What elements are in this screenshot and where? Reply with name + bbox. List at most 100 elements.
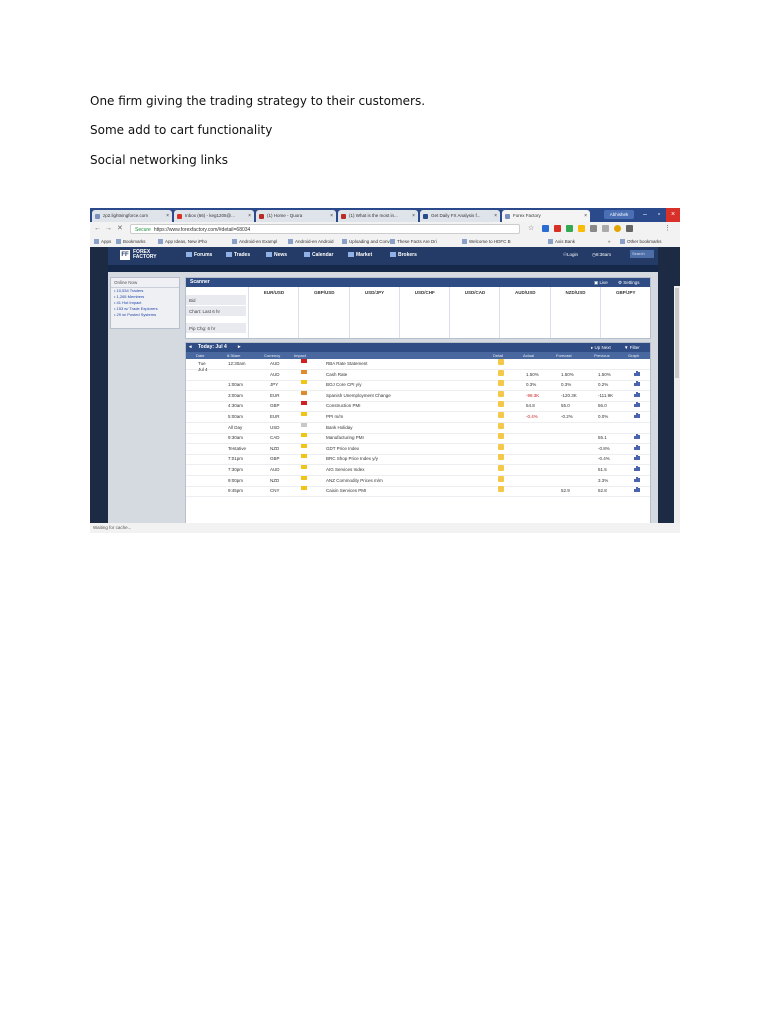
- column-header[interactable]: Previous: [594, 352, 610, 359]
- graph-icon[interactable]: [634, 486, 640, 493]
- tab-close-icon[interactable]: ×: [412, 210, 415, 222]
- vertical-scrollbar[interactable]: [674, 286, 680, 533]
- currency-pair[interactable]: GBP/USD: [298, 287, 349, 338]
- impact-icon[interactable]: [301, 454, 307, 459]
- minimize-button[interactable]: –: [638, 208, 652, 222]
- tab-close-icon[interactable]: ×: [248, 210, 251, 222]
- event-name[interactable]: ANZ Commodity Prices m/m: [326, 476, 383, 486]
- extension-icon[interactable]: [542, 225, 549, 232]
- extension-icon[interactable]: [554, 225, 561, 232]
- extension-icon[interactable]: [626, 225, 633, 232]
- event-name[interactable]: PPI m/m: [326, 412, 343, 422]
- detail-icon[interactable]: [498, 443, 504, 450]
- impact-icon[interactable]: [301, 465, 307, 469]
- tab-close-icon[interactable]: ×: [330, 210, 333, 222]
- browser-tab[interactable]: Forex Factory ×: [502, 210, 590, 222]
- graph-icon[interactable]: [634, 465, 640, 471]
- graph-icon[interactable]: [634, 391, 640, 397]
- bookmark-item[interactable]: Uploading and Conv: [342, 236, 390, 247]
- detail-icon[interactable]: [498, 486, 504, 493]
- impact-icon[interactable]: [301, 443, 307, 448]
- column-header[interactable]: Detail: [493, 352, 503, 359]
- tab-close-icon[interactable]: ×: [584, 210, 587, 222]
- event-name[interactable]: Spanish Unemployment Change: [326, 391, 391, 401]
- currency-pair[interactable]: USD/CAD: [449, 287, 500, 338]
- currency-pair[interactable]: GBP/JPY: [599, 287, 651, 338]
- column-header[interactable]: Forecast: [556, 352, 572, 359]
- graph-icon[interactable]: [634, 444, 640, 450]
- back-icon[interactable]: ←: [94, 224, 101, 234]
- event-name[interactable]: Construction PMI: [326, 401, 361, 411]
- impact-icon[interactable]: [301, 433, 307, 438]
- column-header[interactable]: Actual: [523, 352, 534, 359]
- bookmark-item[interactable]: »: [608, 236, 611, 247]
- detail-icon[interactable]: [498, 369, 504, 376]
- login-link[interactable]: ⚇Login: [563, 252, 578, 258]
- impact-icon[interactable]: [301, 380, 307, 385]
- forward-icon[interactable]: →: [105, 224, 112, 234]
- browser-tab[interactable]: zp2.lightningforce.com ×: [92, 210, 172, 222]
- tab-close-icon[interactable]: ×: [166, 210, 169, 222]
- event-name[interactable]: AIG Services Index: [326, 465, 365, 475]
- column-header[interactable]: Graph: [628, 352, 639, 359]
- nav-market[interactable]: Market: [348, 252, 372, 258]
- profile-chip[interactable]: Abhishek: [604, 210, 634, 219]
- detail-icon[interactable]: [498, 465, 504, 471]
- next-day-icon[interactable]: ▸: [238, 343, 241, 352]
- extension-icon[interactable]: [578, 225, 585, 232]
- bookmark-item[interactable]: These Facts Are Dri: [390, 236, 437, 247]
- impact-icon[interactable]: [301, 369, 307, 374]
- url-input[interactable]: Secure https://www.forexfactory.com/#deta…: [130, 224, 520, 234]
- event-name[interactable]: RBA Rate Statement: [326, 359, 368, 369]
- detail-icon[interactable]: [498, 401, 504, 408]
- prev-day-icon[interactable]: ◂: [189, 343, 192, 352]
- currency-pair[interactable]: EUR/USD: [248, 287, 299, 338]
- impact-icon[interactable]: [301, 359, 307, 363]
- scanner-settings[interactable]: ⚙ Settings: [618, 278, 640, 287]
- nav-news[interactable]: News: [266, 252, 287, 258]
- bookmark-item[interactable]: Android-en Exampl: [232, 236, 277, 247]
- bookmark-item[interactable]: Welcome to HDFC B: [462, 236, 511, 247]
- site-logo[interactable]: FF FOREX FACTORY: [120, 250, 162, 263]
- tab-close-icon[interactable]: ×: [494, 210, 497, 222]
- browser-tab[interactable]: Get Daily FX Analysis f... ×: [420, 210, 500, 222]
- bookmark-item[interactable]: Android-en Android: [288, 236, 334, 247]
- graph-icon[interactable]: [634, 476, 640, 482]
- scrollbar-thumb[interactable]: [675, 288, 679, 378]
- live-toggle[interactable]: ▣ Live: [594, 278, 608, 287]
- event-name[interactable]: BOJ Core CPI y/y: [326, 380, 362, 390]
- event-name[interactable]: Bank Holiday: [326, 423, 353, 433]
- graph-icon[interactable]: [634, 380, 640, 387]
- impact-icon[interactable]: [301, 475, 307, 480]
- detail-icon[interactable]: [498, 422, 504, 429]
- currency-pair[interactable]: USD/JPY: [348, 287, 400, 338]
- browser-tab[interactable]: (1) What is the most in... ×: [338, 210, 418, 222]
- currency-pair[interactable]: NZD/USD: [549, 287, 601, 338]
- event-name[interactable]: Cash Rate: [326, 370, 347, 380]
- detail-icon[interactable]: [498, 454, 504, 461]
- stop-icon[interactable]: ✕: [117, 224, 123, 234]
- close-window-button[interactable]: ×: [666, 208, 680, 222]
- impact-icon[interactable]: [301, 412, 307, 416]
- impact-icon[interactable]: [301, 422, 307, 427]
- bookmark-item[interactable]: App Ideas, New iPho: [158, 236, 207, 247]
- detail-icon[interactable]: [498, 475, 504, 482]
- bookmark-item[interactable]: Apps: [94, 236, 111, 247]
- browser-tab[interactable]: Inbox (66) - keg1205@... ×: [174, 210, 254, 222]
- graph-icon[interactable]: [634, 370, 640, 376]
- bookmark-item[interactable]: Axis Bank: [548, 236, 575, 247]
- graph-icon[interactable]: [634, 401, 640, 408]
- currency-pair[interactable]: USD/CHF: [398, 287, 450, 338]
- event-name[interactable]: Manufacturing PMI: [326, 433, 364, 443]
- nav-brokers[interactable]: Brokers: [390, 252, 417, 258]
- impact-icon[interactable]: [301, 401, 307, 406]
- event-name[interactable]: GDT Price Index: [326, 444, 359, 454]
- browser-tab[interactable]: (1) Home - Quora ×: [256, 210, 336, 222]
- nav-forums[interactable]: Forums: [186, 252, 212, 258]
- star-icon[interactable]: ☆: [528, 224, 534, 234]
- impact-icon[interactable]: [301, 390, 307, 395]
- extension-icon[interactable]: [602, 225, 609, 232]
- currency-pair[interactable]: AUD/USD: [499, 287, 550, 338]
- column-header[interactable]: Impact: [294, 352, 306, 359]
- extension-icon[interactable]: [614, 225, 621, 232]
